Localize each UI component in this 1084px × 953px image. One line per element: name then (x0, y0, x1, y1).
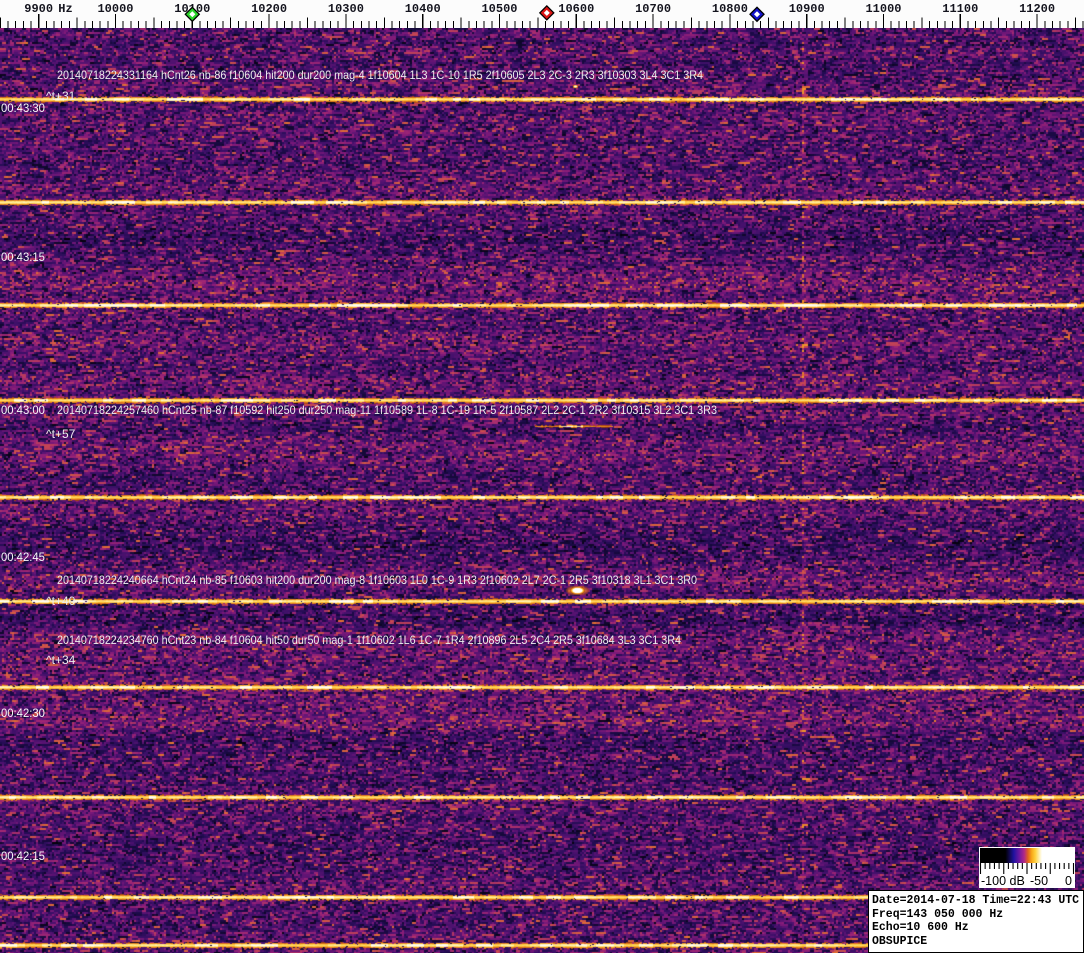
svg-text:-100 dB: -100 dB (981, 874, 1025, 888)
svg-text:10500: 10500 (481, 2, 517, 16)
svg-text:10900: 10900 (789, 2, 825, 16)
svg-text:11200: 11200 (1019, 2, 1055, 16)
svg-text:Hz: Hz (58, 2, 72, 16)
svg-text:10000: 10000 (97, 2, 133, 16)
svg-text:11100: 11100 (942, 2, 978, 16)
svg-text:10200: 10200 (251, 2, 287, 16)
svg-text:10600: 10600 (558, 2, 594, 16)
svg-text:10300: 10300 (328, 2, 364, 16)
svg-text:10700: 10700 (635, 2, 671, 16)
svg-text:-50: -50 (1030, 874, 1048, 888)
svg-text:0: 0 (1065, 874, 1072, 888)
svg-text:10400: 10400 (405, 2, 441, 16)
svg-text:9900: 9900 (24, 2, 53, 16)
svg-text:10800: 10800 (712, 2, 748, 16)
svg-text:11000: 11000 (865, 2, 901, 16)
